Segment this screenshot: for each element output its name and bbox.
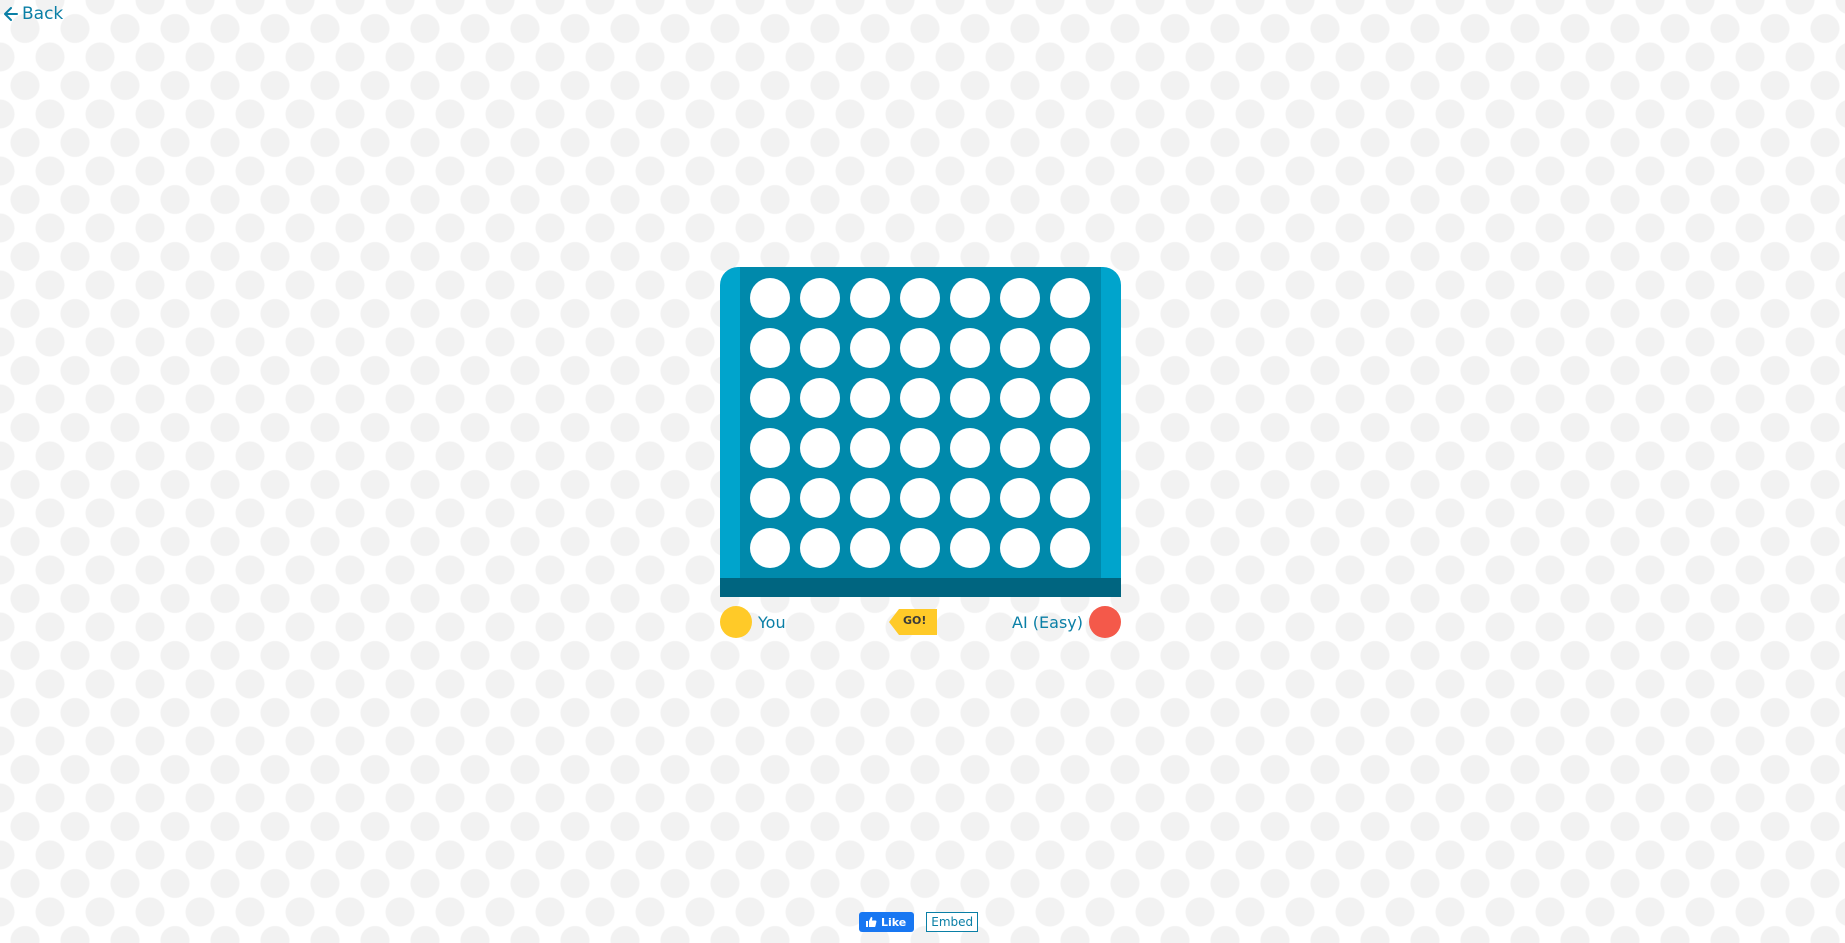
board-slot[interactable] [800,428,840,468]
board-slot[interactable] [800,528,840,568]
board-slot[interactable] [850,278,890,318]
board-slot[interactable] [1000,378,1040,418]
player-you: You [720,606,786,638]
board-slot[interactable] [1000,328,1040,368]
board-slot[interactable] [850,478,890,518]
board-slot[interactable] [750,278,790,318]
board-slot[interactable] [1050,478,1090,518]
board-slot[interactable] [900,478,940,518]
board-slot[interactable] [1000,428,1040,468]
board-slot[interactable] [950,278,990,318]
board-slot[interactable] [1050,428,1090,468]
turn-indicator-label: GO! [903,614,927,627]
game-board [720,267,1121,597]
board-slot[interactable] [900,328,940,368]
board-slot[interactable] [900,528,940,568]
embed-button[interactable]: Embed [926,912,979,932]
board-slot[interactable] [950,428,990,468]
board-slot[interactable] [1050,378,1090,418]
board-slot[interactable] [800,378,840,418]
board-slot[interactable] [850,378,890,418]
game-area: You GO! AI (Easy) [720,267,1121,640]
board-slot[interactable] [750,428,790,468]
board-slot[interactable] [1000,278,1040,318]
board-slot[interactable] [950,478,990,518]
player-ai: AI (Easy) [1012,606,1121,638]
board-slot[interactable] [800,478,840,518]
board-slot[interactable] [900,428,940,468]
footer: Like Embed [859,912,979,932]
board-grid [750,278,1090,568]
board-slot[interactable] [850,328,890,368]
board-slot[interactable] [850,428,890,468]
back-label: Back [22,4,64,24]
board-slot[interactable] [1000,528,1040,568]
board-slot[interactable] [950,328,990,368]
board-slot[interactable] [750,478,790,518]
player-ai-label: AI (Easy) [1012,612,1083,632]
arrow-left-icon [4,7,18,21]
board-slot[interactable] [750,528,790,568]
back-link[interactable]: Back [4,4,63,24]
board-base [720,578,1121,597]
board-slot[interactable] [900,378,940,418]
player-ai-disc [1089,606,1121,638]
board-slot[interactable] [1050,528,1090,568]
thumbs-up-icon [866,917,877,927]
board-slot[interactable] [1000,478,1040,518]
board-slot[interactable] [750,328,790,368]
player-you-label: You [758,612,786,632]
turn-indicator: GO! [889,607,937,637]
board-slot[interactable] [1050,278,1090,318]
like-label: Like [881,915,907,929]
board-slot[interactable] [900,278,940,318]
board-slot[interactable] [950,528,990,568]
board-slot[interactable] [800,328,840,368]
board-slot[interactable] [800,278,840,318]
board-slot[interactable] [950,378,990,418]
status-bar: You GO! AI (Easy) [720,606,1121,640]
player-you-disc [720,606,752,638]
facebook-like-button[interactable]: Like [859,912,915,932]
board-slot[interactable] [1050,328,1090,368]
board-slot[interactable] [850,528,890,568]
board-slot[interactable] [750,378,790,418]
